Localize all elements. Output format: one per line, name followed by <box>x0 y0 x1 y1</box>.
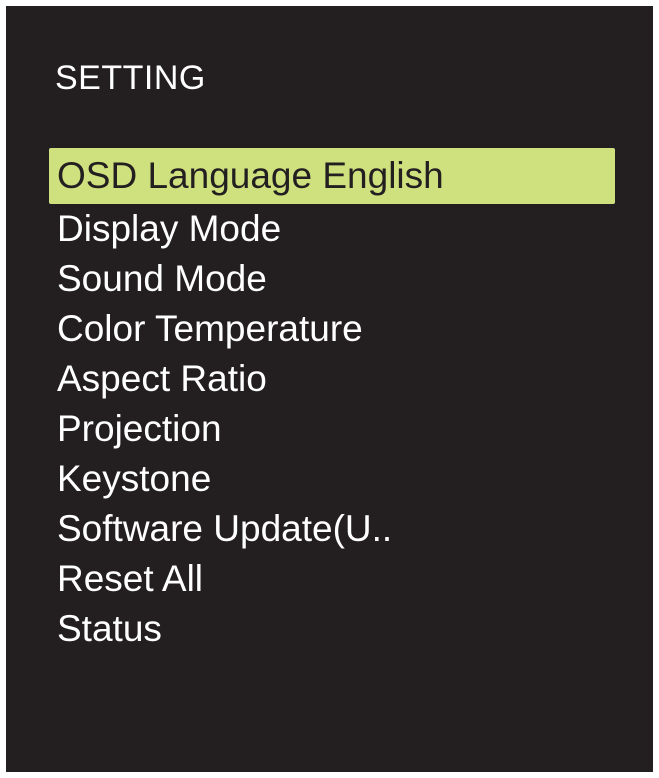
menu-item-keystone[interactable]: Keystone <box>49 454 615 504</box>
menu-item-color-temperature[interactable]: Color Temperature <box>49 304 615 354</box>
menu-item-aspect-ratio[interactable]: Aspect Ratio <box>49 354 615 404</box>
menu-item-osd-language[interactable]: OSD Language English <box>49 148 615 204</box>
menu-item-projection[interactable]: Projection <box>49 404 615 454</box>
menu-item-display-mode[interactable]: Display Mode <box>49 204 615 254</box>
menu-item-sound-mode[interactable]: Sound Mode <box>49 254 615 304</box>
menu-item-status[interactable]: Status <box>49 604 615 654</box>
menu-item-reset-all[interactable]: Reset All <box>49 554 615 604</box>
settings-menu: OSD Language English Display Mode Sound … <box>49 148 615 654</box>
menu-title: SETTING <box>55 59 206 97</box>
osd-settings-panel: SETTING OSD Language English Display Mod… <box>6 6 653 772</box>
menu-item-software-update[interactable]: Software Update(U.. <box>49 504 615 554</box>
